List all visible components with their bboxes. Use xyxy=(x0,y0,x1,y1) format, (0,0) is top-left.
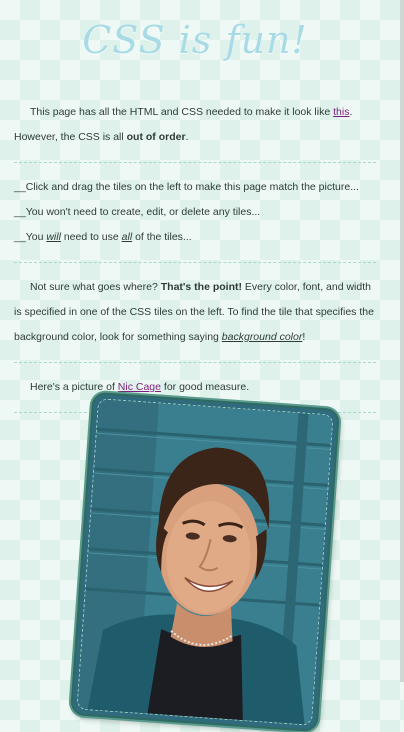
task-item: __Click and drag the tiles on the left t… xyxy=(14,175,376,200)
portrait-image xyxy=(77,399,334,726)
task-text-mid: need to use xyxy=(60,231,122,243)
intro-paragraph: This page has all the HTML and CSS neede… xyxy=(14,100,376,150)
divider xyxy=(14,162,376,163)
note-bold: That's the point! xyxy=(160,281,242,293)
this-link[interactable]: this xyxy=(333,106,349,118)
photo-border xyxy=(76,398,334,726)
task-text: You won't need to create, edit, or delet… xyxy=(25,206,261,218)
task-text-pre: You xyxy=(25,231,47,243)
window-edge xyxy=(400,0,404,682)
picture-text-1: Here's a picture of xyxy=(30,381,118,393)
picture-text-2: for good measure. xyxy=(160,381,250,393)
nic-cage-photo xyxy=(70,391,340,732)
task-text: Click and drag the tiles on the left to … xyxy=(25,181,359,193)
nic-cage-link[interactable]: Nic Cage xyxy=(118,381,161,393)
divider xyxy=(14,362,376,363)
note-paragraph: Not sure what goes where? That's the poi… xyxy=(14,275,376,350)
task-list: __Click and drag the tiles on the left t… xyxy=(14,175,376,250)
intro-text-1: This page has all the HTML and CSS neede… xyxy=(30,106,334,118)
note-emphasis: background color xyxy=(221,331,303,343)
task-item: __You will need to use all of the tiles.… xyxy=(14,225,376,250)
intro-bold: out of order xyxy=(126,131,186,143)
task-prefix: __ xyxy=(14,206,26,218)
task-prefix: __ xyxy=(14,231,26,243)
task-text-post: of the tiles... xyxy=(132,231,192,243)
task-emphasis-all: all xyxy=(121,231,133,243)
task-item: __You won't need to create, edit, or del… xyxy=(14,200,376,225)
picture-paragraph: Here's a picture of Nic Cage for good me… xyxy=(14,375,376,400)
note-text-3: ! xyxy=(302,331,306,343)
task-prefix: __ xyxy=(14,181,26,193)
page-title: CSS is fun! xyxy=(82,18,308,62)
note-text-1: Not sure what goes where? xyxy=(30,281,161,293)
task-emphasis-will: will xyxy=(46,231,61,243)
intro-text-3: . xyxy=(185,131,189,143)
divider xyxy=(14,262,376,263)
